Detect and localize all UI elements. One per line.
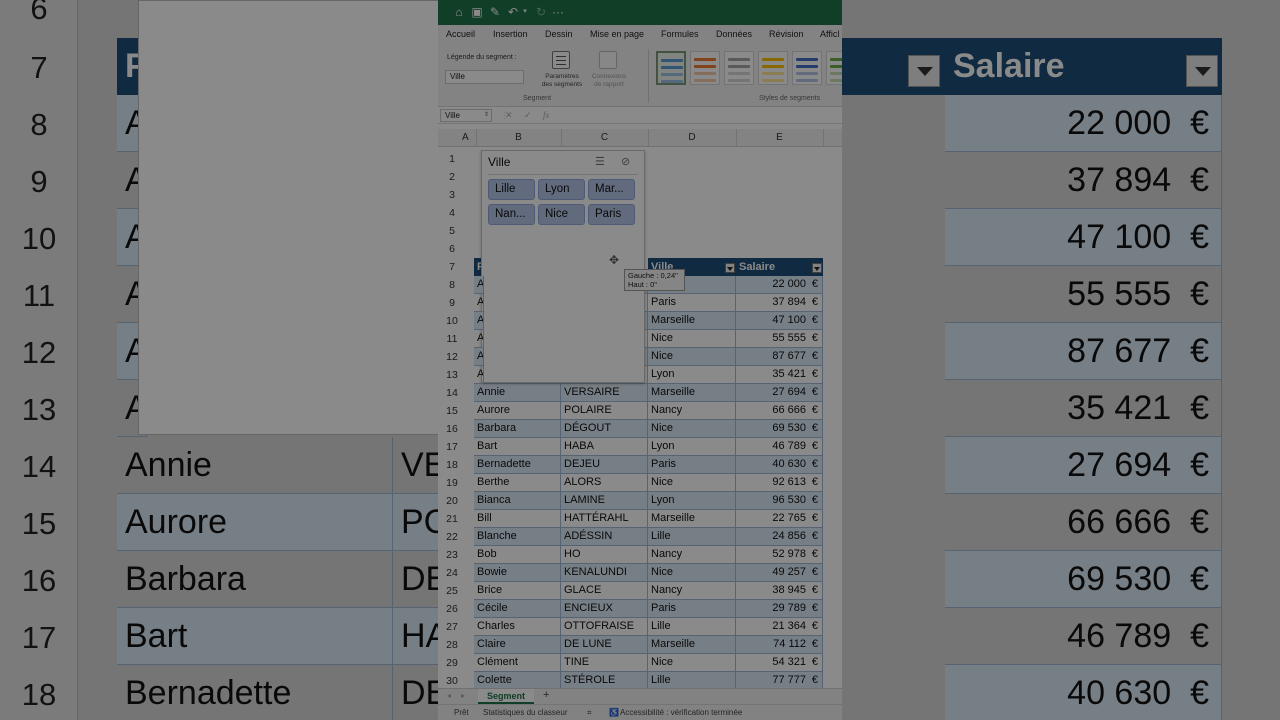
video-frame: 6 7 8 9 10 11 12 13 14 15 16 17 18 P Sal…: [0, 0, 1280, 720]
bg-dim-overlay: [0, 0, 1280, 720]
background-zoomed-sheet: 6 7 8 9 10 11 12 13 14 15 16 17 18 P Sal…: [0, 0, 1280, 720]
